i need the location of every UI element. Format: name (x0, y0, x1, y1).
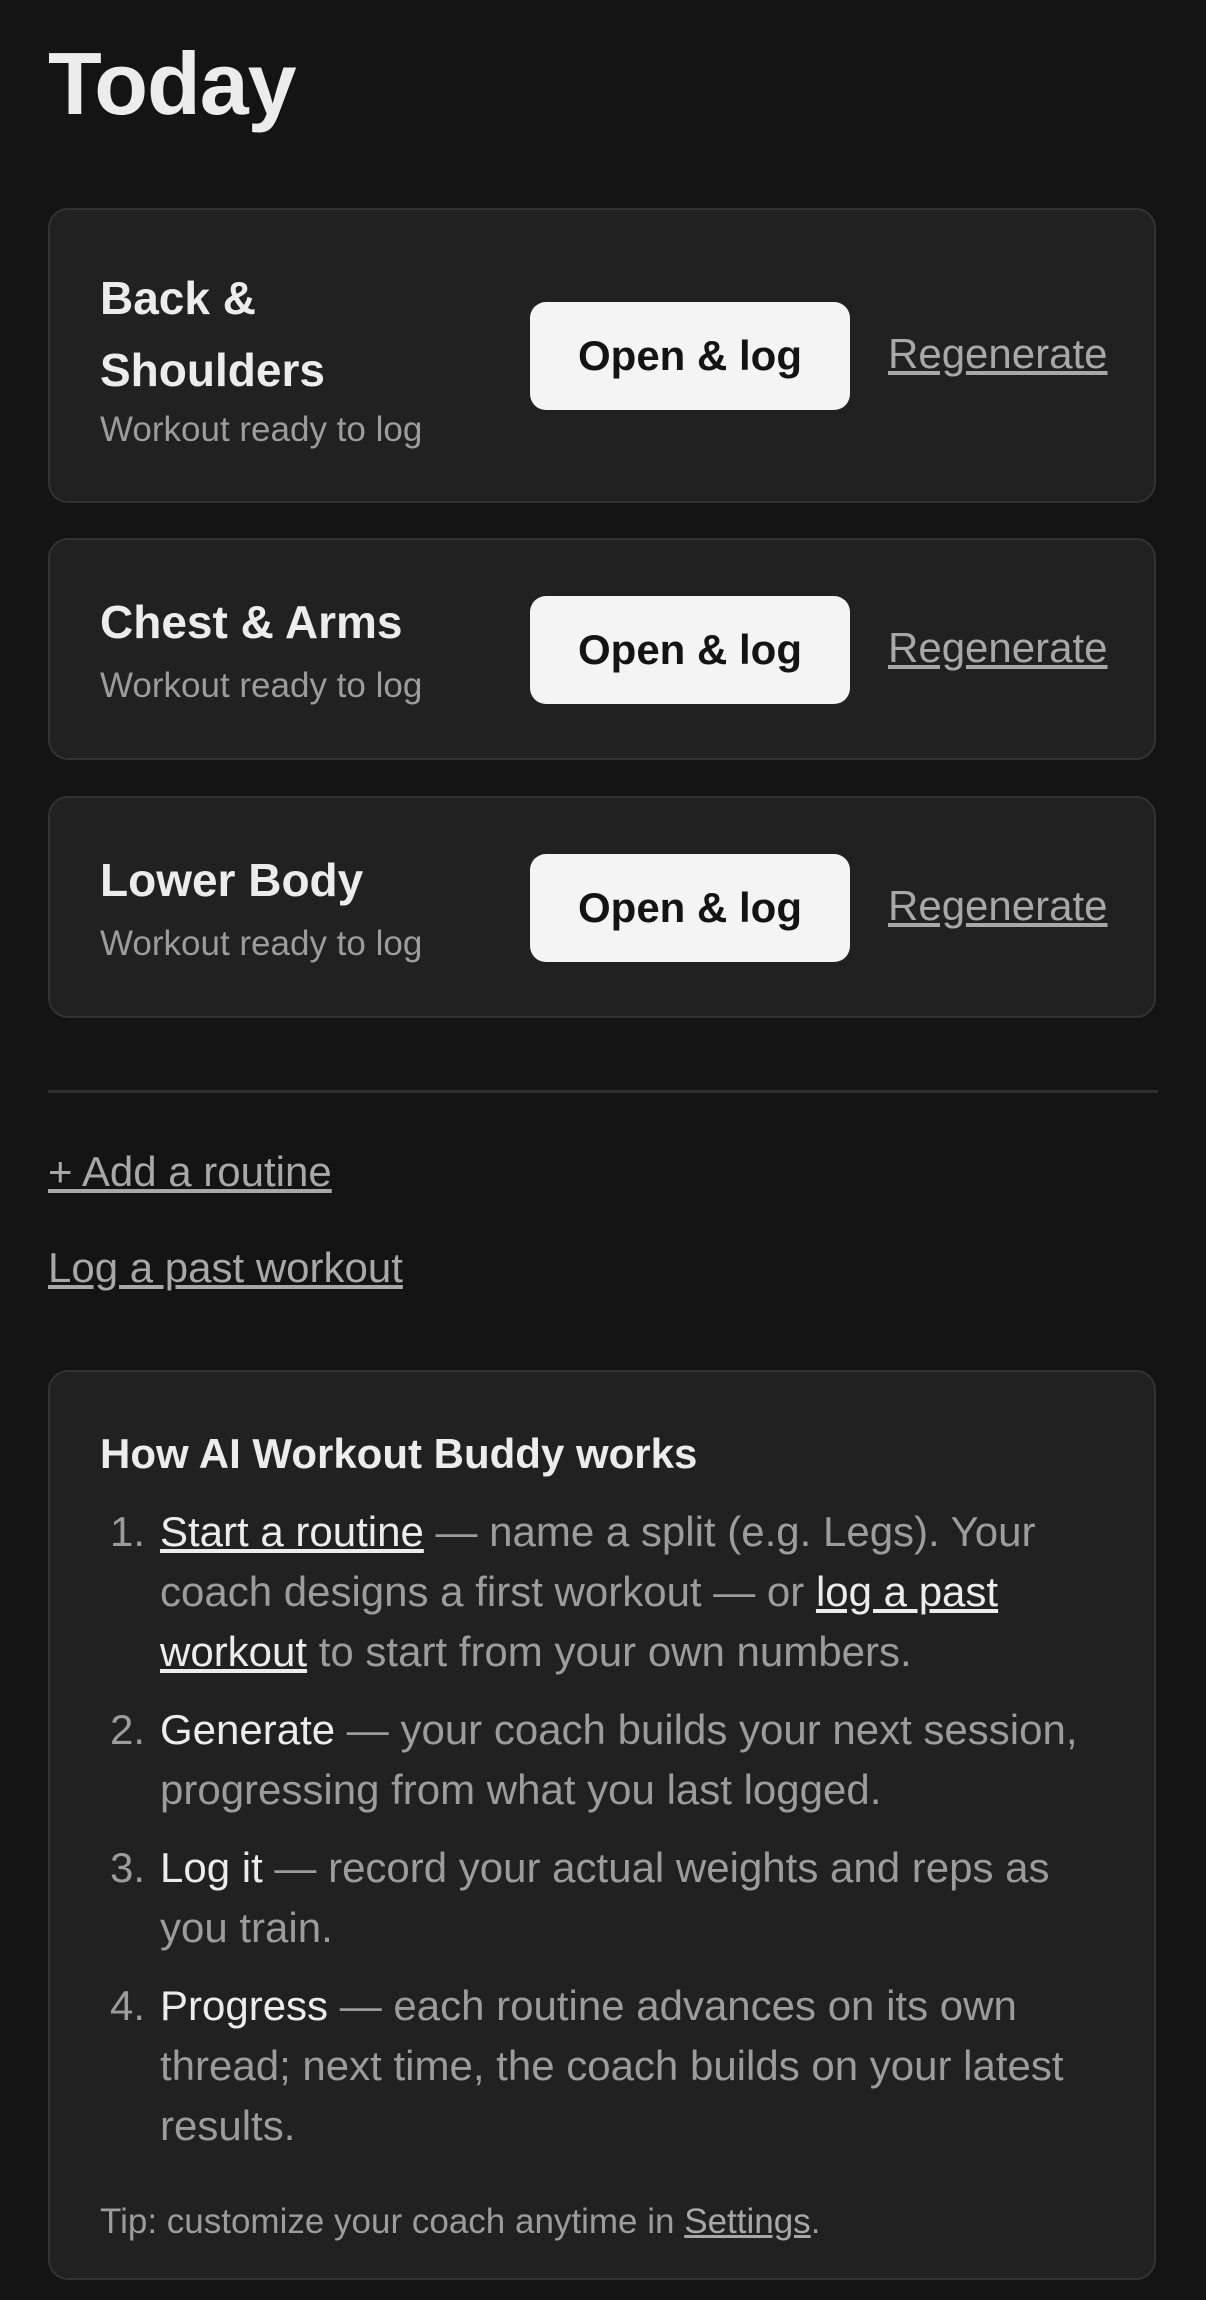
today-screen: Today (0, 0, 1206, 144)
tip-prefix: Tip: customize your coach anytime in (100, 2202, 685, 2241)
step-item: 2. Generate — your coach builds your nex… (110, 1700, 1110, 1820)
step-text: — record your actual weights and reps as… (160, 1844, 1050, 1951)
routine-status: Workout ready to log (100, 924, 423, 963)
step-lead: Progress (160, 1982, 329, 2029)
settings-link[interactable]: Settings (684, 2202, 810, 2241)
step-lead: Log it (160, 1844, 263, 1891)
routine-name: Chest & Arms (100, 596, 403, 648)
open-log-button[interactable]: Open & log (530, 854, 850, 962)
routine-card-chest-arms: Chest & Arms Workout ready to log Open &… (48, 538, 1156, 760)
step-number: 4. (110, 1982, 146, 2029)
step-item: 3. Log it — record your actual weights a… (110, 1838, 1110, 1958)
step-number: 3. (110, 1844, 146, 1891)
how-it-works-card: How AI Workout Buddy works 1. Start a ro… (48, 1370, 1156, 2280)
step-item: 1. Start a routine — name a split (e.g. … (110, 1502, 1110, 1682)
routine-status: Workout ready to log (100, 410, 423, 449)
start-routine-link[interactable]: Start a routine (160, 1508, 424, 1555)
tip-suffix: . (810, 2202, 821, 2241)
step-lead: Generate (160, 1706, 336, 1753)
open-log-button[interactable]: Open & log (530, 302, 850, 410)
divider (48, 1090, 1158, 1093)
add-routine-link[interactable]: + Add a routine (48, 1148, 332, 1196)
step-text: to start from your own numbers. (307, 1628, 912, 1675)
log-past-workout-link[interactable]: Log a past workout (48, 1244, 403, 1292)
steps-list: 1. Start a routine — name a split (e.g. … (110, 1502, 1110, 2174)
routine-name-line2: Shoulders (100, 344, 325, 396)
step-item: 4. Progress — each routine advances on i… (110, 1976, 1110, 2156)
routine-card-back-shoulders: Back & Shoulders Workout ready to log Op… (48, 208, 1156, 503)
page-title: Today (48, 34, 297, 133)
routine-name: Back & Shoulders (100, 262, 500, 406)
regenerate-link[interactable]: Regenerate (888, 882, 1108, 930)
regenerate-link[interactable]: Regenerate (888, 624, 1108, 672)
routine-name: Lower Body (100, 854, 364, 906)
routine-status: Workout ready to log (100, 666, 423, 705)
open-log-button[interactable]: Open & log (530, 596, 850, 704)
routine-name-line1: Back & (100, 272, 256, 324)
step-number: 2. (110, 1706, 146, 1753)
help-title: How AI Workout Buddy works (100, 1430, 698, 1477)
regenerate-link[interactable]: Regenerate (888, 330, 1108, 378)
step-number: 1. (110, 1508, 146, 1555)
routine-card-lower-body: Lower Body Workout ready to log Open & l… (48, 796, 1156, 1018)
tip-text: Tip: customize your coach anytime in Set… (100, 2202, 820, 2242)
